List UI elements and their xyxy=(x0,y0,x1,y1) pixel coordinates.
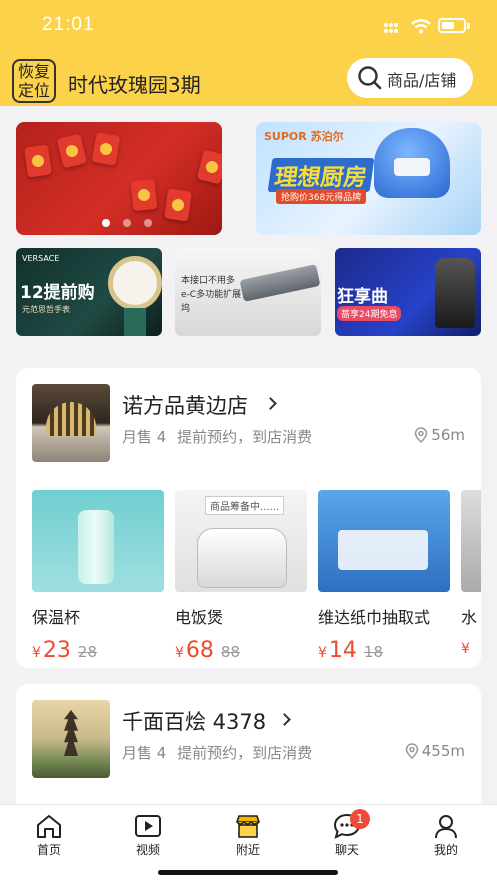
product-image xyxy=(318,490,450,592)
store-icon xyxy=(236,815,260,838)
battery-tip xyxy=(467,23,470,29)
location-pin-icon xyxy=(405,743,419,760)
supor-subtitle: 抢购价368元得品牌 xyxy=(276,189,367,204)
search-placeholder: 商品/店铺 xyxy=(387,71,457,90)
promo-title: 12提前购 xyxy=(20,283,95,303)
product-name: 电饭煲 xyxy=(175,608,224,627)
product-item[interactable]: 保温杯 ¥23 28 xyxy=(32,490,164,660)
original-price: 88 xyxy=(220,643,241,660)
search-input[interactable]: 商品/店铺 xyxy=(347,58,473,98)
status-time: 21:01 xyxy=(42,14,95,35)
status-bar: 21:01 xyxy=(0,0,497,52)
promo-subtitle: 蔷享24期免息 xyxy=(337,306,402,321)
unread-badge: 1 xyxy=(350,809,370,829)
supor-brand: SUPOR 苏泊尔 xyxy=(264,130,344,143)
signal-icon xyxy=(384,23,398,33)
home-indicator xyxy=(158,870,338,875)
monthly-sales: 月售 4 xyxy=(122,428,167,446)
home-icon xyxy=(37,815,61,838)
product-price: ¥23 28 xyxy=(32,638,98,660)
relocate-button[interactable]: 恢复定位 xyxy=(12,59,56,103)
chevron-right-icon xyxy=(264,397,277,410)
tab-video[interactable]: 视频 xyxy=(113,813,183,858)
monthly-sales: 月售 4 xyxy=(122,744,167,762)
search-icon xyxy=(358,66,382,90)
product-tag: 商品筹备中...... xyxy=(205,496,285,515)
promo-text: 本接口不用多 e-C多功能扩展坞 xyxy=(181,276,242,314)
header-bar: 21:01 恢复定位 时代玫瑰园3期 商品/店铺 xyxy=(0,0,497,106)
store-image xyxy=(32,384,110,462)
product-name: 维达纸巾抽取式 xyxy=(318,608,431,627)
carousel-dots xyxy=(102,212,165,231)
promo-brand: VERSACE xyxy=(22,254,60,263)
promo-tile-watch[interactable]: VERSACE 12提前购 元范思哲手表 xyxy=(16,248,162,336)
massage-chair-image xyxy=(435,258,475,328)
product-image: 商品筹备中...... xyxy=(175,490,307,592)
location-pin-icon xyxy=(415,427,428,444)
current-location[interactable]: 时代玫瑰园3期 xyxy=(68,69,201,98)
promo-title: 狂享曲 xyxy=(337,287,388,307)
tab-profile[interactable]: 我的 xyxy=(411,813,481,858)
product-price: ¥14 18 xyxy=(318,638,384,660)
store-name[interactable]: 诺方品黄边店 xyxy=(122,390,248,420)
store-name[interactable]: 千面百烩 4378 xyxy=(122,706,266,736)
product-price: ¥ xyxy=(461,641,470,657)
product-name: 水 xyxy=(461,608,478,627)
product-item[interactable]: 维达纸巾抽取式 ¥14 18 xyxy=(318,490,450,660)
original-price: 28 xyxy=(77,643,98,660)
store-image xyxy=(32,700,110,778)
usb-hub-image xyxy=(239,264,321,302)
store-meta: 月售 4 提前预约，到店消费 xyxy=(122,426,312,447)
product-image xyxy=(461,490,481,592)
product-list[interactable]: 保温杯 ¥23 28 商品筹备中...... 电饭煲 ¥68 88 维达纸巾抽取式 … xyxy=(32,490,481,660)
supor-title: 理想厨房 xyxy=(267,158,375,192)
wifi-icon xyxy=(411,19,431,34)
store-distance: 455m xyxy=(405,742,465,760)
chevron-right-icon xyxy=(278,713,291,726)
pressure-cooker-image xyxy=(374,128,450,198)
store-meta: 月售 4 提前预约，到店消费 xyxy=(122,742,312,763)
promo-tile-chair[interactable]: 狂享曲 蔷享24期免息 xyxy=(335,248,481,336)
store-card[interactable]: 诺方品黄边店 月售 4 提前预约，到店消费 56m 保温杯 ¥23 28 商品筹备… xyxy=(16,368,481,668)
promo-subtitle: 元范思哲手表 xyxy=(22,305,70,314)
watch-image xyxy=(108,256,162,310)
banner-supor[interactable]: SUPOR 苏泊尔 理想厨房 抢购价368元得品牌 xyxy=(256,122,481,235)
product-item[interactable]: 商品筹备中...... 电饭煲 ¥68 88 xyxy=(175,490,307,660)
tab-chat[interactable]: 聊天 1 xyxy=(312,809,382,858)
store-distance: 56m xyxy=(414,426,465,444)
product-price: ¥68 88 xyxy=(175,638,241,660)
promo-tile-hub[interactable]: 本接口不用多 e-C多功能扩展坞 xyxy=(175,248,321,336)
original-price: 18 xyxy=(363,643,384,660)
store-card[interactable]: 千面百烩 4378 月售 4 提前预约，到店消费 455m xyxy=(16,684,481,824)
product-image xyxy=(32,490,164,592)
video-icon xyxy=(135,815,161,837)
tab-home[interactable]: 首页 xyxy=(14,813,84,858)
service-note: 提前预约，到店消费 xyxy=(177,428,313,446)
product-name: 保温杯 xyxy=(32,608,81,627)
tab-nearby[interactable]: 附近 xyxy=(213,813,283,858)
product-item[interactable]: 水 ¥ xyxy=(461,490,481,657)
banner-red-envelope[interactable] xyxy=(16,122,222,235)
service-note: 提前预约，到店消费 xyxy=(177,744,313,762)
profile-icon xyxy=(435,815,457,839)
battery-icon xyxy=(438,18,466,33)
